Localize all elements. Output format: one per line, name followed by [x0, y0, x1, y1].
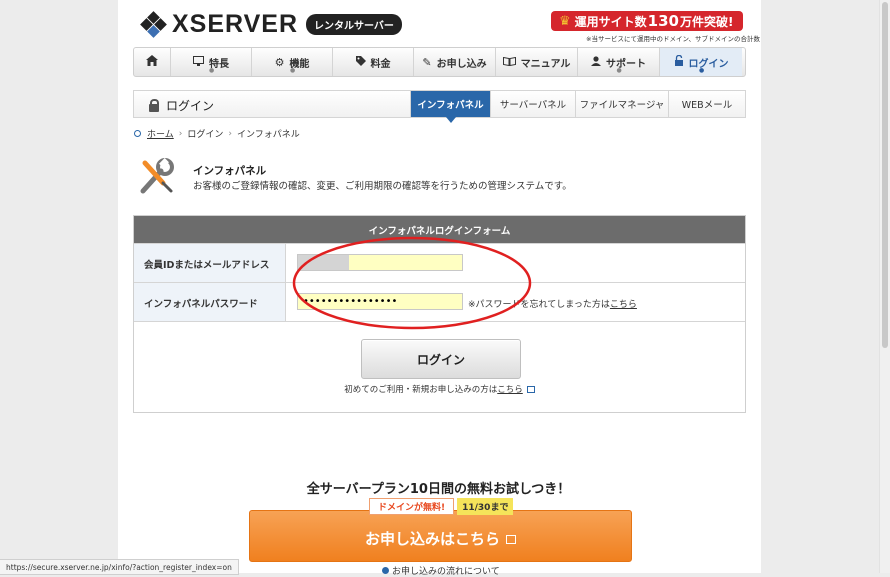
- scrollbar-thumb[interactable]: [882, 2, 888, 348]
- nav-manual-label: マニュアル: [520, 58, 571, 70]
- promo-tag: ドメインが無料! 11/30まで: [369, 498, 514, 515]
- register-prefix: 初めてのご利用・新規お申し込みの方は: [344, 385, 498, 395]
- login-form: インフォパネルログインフォーム 会員IDまたはメールアドレス インフォパネルパス…: [133, 215, 746, 413]
- dropdown-dot-icon: ●: [290, 67, 296, 74]
- main-nav: 特長 ● ⚙ 機能 ● 料金 ✎ お申し込み マニュアル サポート ● ログイン…: [133, 47, 746, 77]
- dropdown-dot-icon: ●: [699, 67, 705, 74]
- dropdown-dot-icon: ●: [616, 67, 622, 74]
- nav-login[interactable]: ログイン ●: [660, 48, 742, 76]
- logo-mark-icon: [140, 10, 167, 38]
- breadcrumb-current: インフォパネル: [236, 130, 300, 140]
- promo-title: 全サーバープラン10日間の無料お試しつき！: [306, 482, 571, 497]
- register-note: 初めてのご利用・新規お申し込みの方はこちら: [134, 383, 745, 395]
- breadcrumb-separator-icon: ›: [228, 128, 232, 139]
- logo-text: XSERVER: [172, 10, 299, 38]
- badge-suffix: 万件突破!: [679, 14, 734, 29]
- breadcrumb: ホーム › ログイン › インフォパネル: [134, 127, 300, 140]
- tab-webmail[interactable]: WEBメール: [668, 91, 745, 117]
- tab-filemanager[interactable]: ファイルマネージャ: [575, 91, 668, 117]
- password-input[interactable]: [297, 293, 463, 310]
- badge-number: 130: [647, 12, 679, 30]
- login-subbar: ログイン インフォパネル サーバーパネル ファイルマネージャ WEBメール: [133, 90, 746, 123]
- flow-link[interactable]: お申し込みの流れについて: [382, 564, 500, 577]
- apply-button-label: お申し込みはこちら: [364, 529, 500, 548]
- nav-home[interactable]: [134, 48, 171, 76]
- deadline-tag: 11/30まで: [457, 498, 514, 515]
- breadcrumb-login: ログイン: [187, 130, 224, 140]
- nav-pricing[interactable]: 料金: [333, 48, 414, 76]
- redacted-id-block: [298, 255, 349, 270]
- nav-pricing-label: 料金: [370, 58, 391, 70]
- nav-functions[interactable]: ⚙ 機能 ●: [252, 48, 333, 76]
- external-link-icon: [526, 386, 535, 393]
- login-button[interactable]: ログイン: [361, 339, 521, 379]
- subbar-title-text: ログイン: [166, 99, 215, 113]
- password-label: インフォパネルパスワード: [134, 283, 286, 322]
- register-link[interactable]: こちら: [497, 385, 523, 395]
- nav-support-label: サポート: [606, 58, 646, 70]
- nav-apply[interactable]: ✎ お申し込み: [414, 48, 496, 76]
- forgot-password-hint: ※パスワードを忘れてしまった方はこちら: [468, 297, 637, 310]
- forgot-prefix: ※パスワードを忘れてしまった方は: [468, 300, 610, 310]
- tab-serverpanel[interactable]: サーバーパネル: [490, 91, 575, 117]
- form-divider: [134, 321, 745, 322]
- nav-support[interactable]: サポート ●: [578, 48, 660, 76]
- gears-icon: ⚙: [274, 55, 285, 69]
- logo[interactable]: XSERVER レンタルサーバー: [140, 10, 402, 39]
- login-tabs: インフォパネル サーバーパネル ファイルマネージャ WEBメール: [410, 91, 745, 123]
- apply-button[interactable]: お申し込みはこちら: [249, 510, 632, 562]
- tag-icon: [355, 55, 366, 69]
- id-label: 会員IDまたはメールアドレス: [134, 244, 286, 283]
- book-icon: [502, 56, 516, 69]
- forgot-password-link[interactable]: こちら: [610, 300, 637, 310]
- lock-icon: [674, 54, 684, 69]
- intro-title: インフォパネル: [193, 165, 267, 177]
- external-link-icon: [506, 534, 516, 544]
- crown-icon: ♛: [559, 13, 571, 29]
- pencil-icon: ✎: [422, 55, 432, 69]
- breadcrumb-separator-icon: ›: [178, 128, 183, 139]
- breadcrumb-home[interactable]: ホーム: [147, 127, 174, 140]
- free-domain-tag: ドメインが無料!: [369, 498, 455, 515]
- person-icon: [591, 55, 601, 69]
- tools-icon: [137, 157, 177, 197]
- intro-description: お客様のご登録情報の確認、変更、ご利用期限の確認等を行うための管理システムです。: [193, 181, 572, 192]
- badge-note: ※当サービスにて運用中のドメイン、サブドメインの合計数: [586, 35, 761, 43]
- nav-login-label: ログイン: [688, 58, 729, 70]
- breadcrumb-ring-icon: [134, 130, 141, 137]
- form-row-id: 会員IDまたはメールアドレス: [134, 243, 745, 283]
- monitor-icon: [193, 55, 204, 69]
- subbar-title: ログイン: [148, 97, 214, 114]
- home-icon: [146, 55, 158, 69]
- badge-prefix: 運用サイト数: [574, 14, 647, 29]
- nav-apply-label: お申し込み: [436, 58, 487, 70]
- site-count-badge: ♛ 運用サイト数 130 万件突破!: [551, 11, 743, 31]
- form-row-password: インフォパネルパスワード ※パスワードを忘れてしまった方はこちら: [134, 282, 745, 322]
- nav-features[interactable]: 特長 ●: [171, 48, 252, 76]
- nav-manual[interactable]: マニュアル: [496, 48, 578, 76]
- flow-link-text: お申し込みの流れについて: [392, 567, 500, 577]
- scrollbar[interactable]: [879, 0, 890, 573]
- tab-infopanel[interactable]: インフォパネル: [410, 91, 490, 123]
- unlock-icon: [148, 99, 160, 112]
- dropdown-dot-icon: ●: [209, 67, 215, 74]
- form-heading: インフォパネルログインフォーム: [134, 216, 745, 243]
- logo-tag: レンタルサーバー: [306, 14, 402, 35]
